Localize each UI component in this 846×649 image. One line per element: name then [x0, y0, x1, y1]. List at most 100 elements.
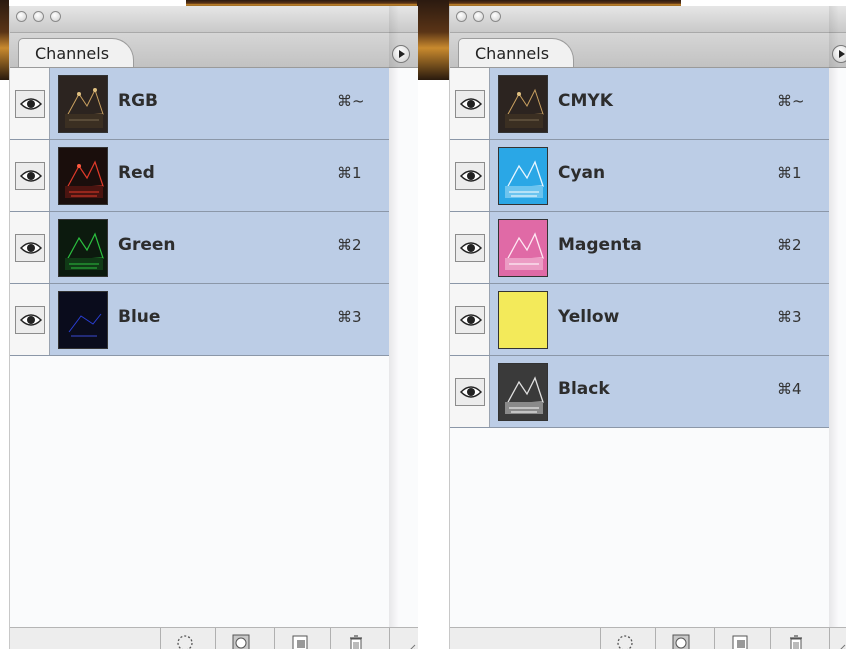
panel-titlebar[interactable] — [10, 6, 418, 33]
channel-thumbnail-cmyk — [498, 75, 548, 133]
channel-name: CMYK — [558, 91, 613, 111]
panel-scroll-edge — [829, 6, 839, 649]
background-photo-strip — [417, 0, 449, 80]
eye-icon — [460, 242, 482, 254]
visibility-cell[interactable] — [450, 212, 490, 283]
visibility-cell[interactable] — [10, 212, 50, 283]
close-window-button[interactable] — [16, 11, 27, 22]
save-selection-icon[interactable] — [672, 634, 690, 649]
new-channel-icon[interactable] — [731, 634, 749, 649]
channel-name: Black — [558, 379, 610, 399]
channel-thumbnail-cyan — [498, 147, 548, 205]
channel-row-cyan[interactable]: Cyan ⌘1 — [450, 140, 829, 212]
visibility-cell[interactable] — [450, 284, 490, 355]
channel-shortcut: ⌘2 — [777, 236, 802, 254]
channel-thumbnail-black — [498, 363, 548, 421]
channel-row-blue[interactable]: Blue ⌘3 — [10, 284, 389, 356]
channel-row-cmyk[interactable]: CMYK ⌘~ — [450, 68, 829, 140]
visibility-toggle[interactable] — [15, 90, 45, 118]
tab-channels-label: Channels — [35, 44, 110, 63]
trash-icon[interactable] — [347, 634, 365, 649]
toolbar-divider — [215, 628, 216, 649]
channel-shortcut: ⌘~ — [777, 92, 805, 110]
channel-list: CMYK ⌘~ Cyan ⌘1 Magenta ⌘2 Yellow ⌘3 Bla… — [450, 68, 829, 428]
zoom-window-button[interactable] — [490, 11, 501, 22]
visibility-toggle[interactable] — [455, 234, 485, 262]
visibility-cell[interactable] — [10, 140, 50, 211]
channel-thumbnail-green — [58, 219, 108, 277]
channel-name: RGB — [118, 91, 159, 111]
minimize-window-button[interactable] — [33, 11, 44, 22]
channel-name: Red — [118, 163, 155, 183]
channel-thumbnail-magenta — [498, 219, 548, 277]
visibility-toggle[interactable] — [15, 162, 45, 190]
visibility-toggle[interactable] — [455, 378, 485, 406]
eye-icon — [460, 386, 482, 398]
visibility-toggle[interactable] — [15, 306, 45, 334]
tab-channels[interactable]: Channels — [18, 38, 134, 67]
close-window-button[interactable] — [456, 11, 467, 22]
visibility-toggle[interactable] — [455, 162, 485, 190]
eye-icon — [20, 314, 42, 326]
background-photo-strip — [0, 0, 9, 80]
channel-thumbnail-blue — [58, 291, 108, 349]
minimize-window-button[interactable] — [473, 11, 484, 22]
eye-icon — [20, 242, 42, 254]
channel-thumbnail-yellow — [498, 291, 548, 349]
resize-grip-icon[interactable] — [402, 642, 416, 649]
channel-row-green[interactable]: Green ⌘2 — [10, 212, 389, 284]
channel-name: Green — [118, 235, 176, 255]
toolbar-divider — [829, 628, 830, 649]
channel-shortcut: ⌘3 — [337, 308, 362, 326]
channel-row-yellow[interactable]: Yellow ⌘3 — [450, 284, 829, 356]
channel-row-rgb[interactable]: RGB ⌘~ — [10, 68, 389, 140]
visibility-cell[interactable] — [450, 356, 490, 427]
new-channel-icon[interactable] — [291, 634, 309, 649]
toolbar-divider — [160, 628, 161, 649]
channel-name: Cyan — [558, 163, 606, 183]
visibility-cell[interactable] — [450, 68, 490, 139]
panel-tabbar: Channels — [10, 33, 418, 68]
channel-thumbnail-rgb — [58, 75, 108, 133]
eye-icon — [20, 98, 42, 110]
tab-channels-label: Channels — [475, 44, 550, 63]
panel-tabbar: Channels — [450, 33, 846, 68]
load-selection-icon[interactable] — [176, 634, 194, 649]
visibility-cell[interactable] — [10, 284, 50, 355]
save-selection-icon[interactable] — [232, 634, 250, 649]
channel-row-magenta[interactable]: Magenta ⌘2 — [450, 212, 829, 284]
zoom-window-button[interactable] — [50, 11, 61, 22]
channel-shortcut: ⌘~ — [337, 92, 365, 110]
toolbar-divider — [600, 628, 601, 649]
channel-name: Magenta — [558, 235, 642, 255]
visibility-toggle[interactable] — [455, 306, 485, 334]
trash-icon[interactable] — [787, 634, 805, 649]
load-selection-icon[interactable] — [616, 634, 634, 649]
eye-icon — [460, 314, 482, 326]
panel-titlebar[interactable] — [450, 6, 846, 33]
panel-bottom-toolbar — [10, 627, 418, 649]
channel-row-black[interactable]: Black ⌘4 — [450, 356, 829, 428]
channel-list: RGB ⌘~ Red ⌘1 Green ⌘2 Blue ⌘3 — [10, 68, 389, 356]
panel-scroll-edge — [389, 6, 399, 649]
visibility-toggle[interactable] — [15, 234, 45, 262]
toolbar-divider — [389, 628, 390, 649]
channel-shortcut: ⌘2 — [337, 236, 362, 254]
channel-shortcut: ⌘1 — [337, 164, 362, 182]
resize-grip-icon[interactable] — [832, 642, 846, 649]
channel-row-red[interactable]: Red ⌘1 — [10, 140, 389, 212]
visibility-toggle[interactable] — [455, 90, 485, 118]
toolbar-divider — [330, 628, 331, 649]
channel-shortcut: ⌘1 — [777, 164, 802, 182]
toolbar-divider — [274, 628, 275, 649]
channel-name: Blue — [118, 307, 161, 327]
eye-icon — [460, 170, 482, 182]
visibility-cell[interactable] — [450, 140, 490, 211]
toolbar-divider — [655, 628, 656, 649]
toolbar-divider — [770, 628, 771, 649]
channels-panel-cmyk: Channels CMYK ⌘~ Cyan ⌘1 Magenta ⌘2 Yell… — [449, 6, 846, 649]
eye-icon — [460, 98, 482, 110]
visibility-cell[interactable] — [10, 68, 50, 139]
channel-name: Yellow — [558, 307, 620, 327]
tab-channels[interactable]: Channels — [458, 38, 574, 67]
